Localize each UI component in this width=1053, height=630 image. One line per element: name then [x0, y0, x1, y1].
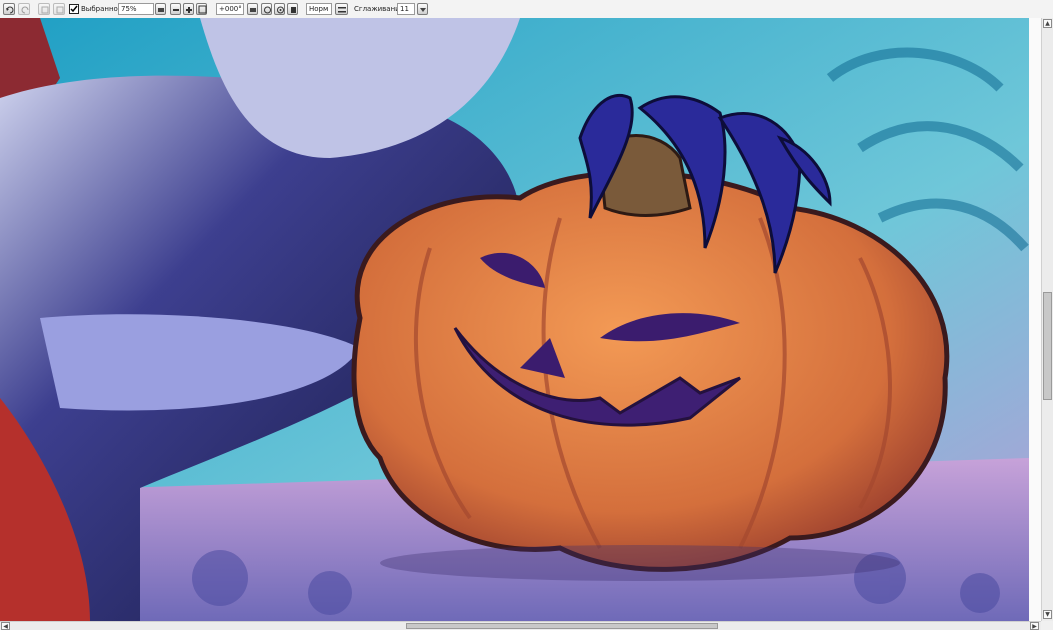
selection-checkbox[interactable] [69, 4, 79, 14]
rotate-reset-icon [277, 6, 284, 14]
redo-button[interactable] [18, 3, 30, 15]
scroll-down-button[interactable]: ▼ [1043, 610, 1052, 619]
arrow-up-icon: ▲ [1045, 20, 1050, 27]
arrow-left-icon: ◀ [3, 623, 8, 630]
rotate-reset-button[interactable] [274, 3, 285, 15]
canvas-margin [1029, 18, 1041, 621]
zoom-dropdown-button[interactable] [155, 3, 166, 15]
rotate-right-icon [291, 7, 296, 13]
checkmark-icon [70, 5, 78, 13]
layer-icon [56, 6, 64, 14]
horizontal-scrollbar[interactable]: ◀ ▶ [0, 621, 1041, 630]
view-mode-button[interactable] [335, 3, 348, 15]
undo-icon [6, 6, 14, 14]
rotate-left-button[interactable] [261, 3, 272, 15]
layer-button-1[interactable] [38, 3, 50, 15]
drawing-canvas[interactable] [0, 18, 1029, 621]
rotation-input[interactable]: +000° [216, 3, 244, 15]
layer-icon [41, 6, 49, 14]
toolbar: Выбранное 75% +000° Норм Сглаживание 11 [0, 0, 1053, 19]
zoom-in-button[interactable] [196, 3, 207, 15]
chevron-down-icon [420, 8, 426, 12]
zoom-fit-icon [186, 7, 192, 13]
chevron-down-icon [250, 8, 256, 12]
artwork-image [0, 18, 1029, 621]
vertical-scrollbar[interactable]: ▲ ▼ [1041, 18, 1053, 621]
zoom-fit-button[interactable] [183, 3, 194, 15]
zoom-in-icon [198, 5, 207, 14]
view-mode-icon [338, 7, 346, 13]
arrow-right-icon: ▶ [1032, 623, 1037, 630]
redo-icon [21, 6, 29, 14]
zoom-out-icon [173, 9, 179, 11]
rotate-right-button[interactable] [287, 3, 298, 15]
smoothing-input[interactable]: 11 [397, 3, 415, 15]
chevron-down-icon [158, 8, 164, 12]
scroll-right-button[interactable]: ▶ [1030, 622, 1039, 630]
selection-checkbox-label: Выбранное [81, 5, 123, 13]
scroll-left-button[interactable]: ◀ [1, 622, 10, 630]
rotate-left-icon [264, 6, 271, 14]
zoom-input[interactable]: 75% [118, 3, 154, 15]
zoom-out-button[interactable] [170, 3, 181, 15]
rotation-dropdown-button[interactable] [247, 3, 258, 15]
blend-mode-select[interactable]: Норм [306, 3, 332, 15]
smoothing-dropdown-button[interactable] [417, 3, 428, 15]
scroll-up-button[interactable]: ▲ [1043, 19, 1052, 28]
horizontal-scroll-thumb[interactable] [406, 623, 718, 629]
arrow-down-icon: ▼ [1045, 611, 1050, 618]
vertical-scroll-thumb[interactable] [1043, 292, 1052, 400]
layer-button-2[interactable] [53, 3, 65, 15]
undo-button[interactable] [3, 3, 15, 15]
